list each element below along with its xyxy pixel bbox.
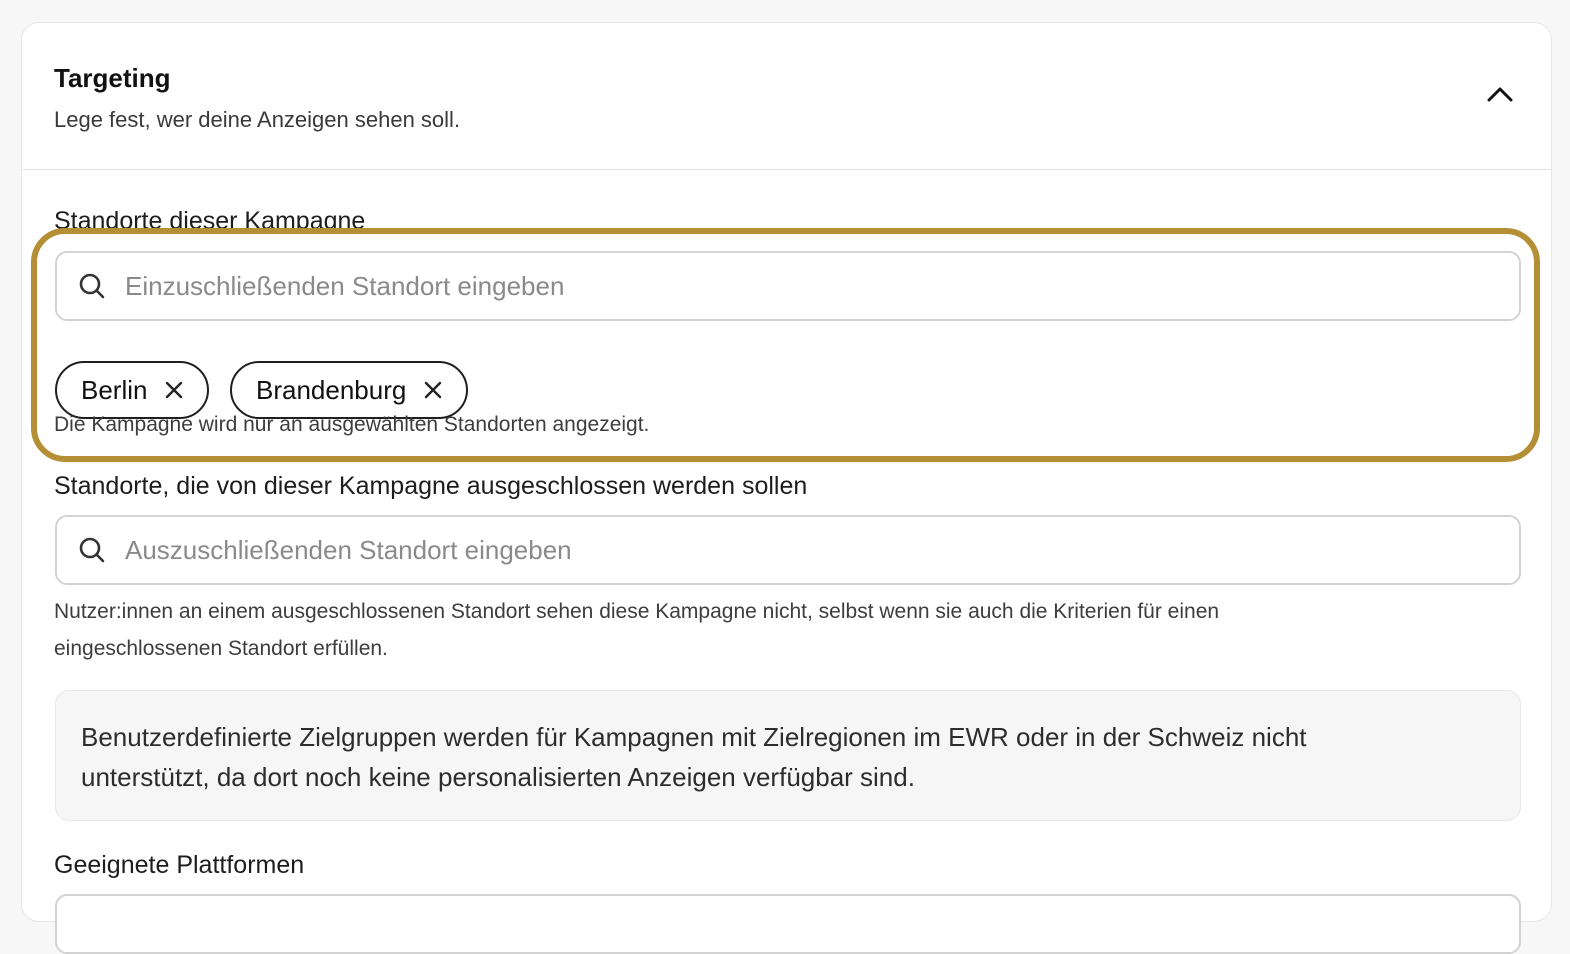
exclude-location-input[interactable] [123,516,1519,584]
close-icon[interactable] [163,379,185,401]
include-location-input[interactable] [123,252,1519,320]
platforms-field[interactable] [55,894,1521,954]
chip-label: Berlin [81,374,148,405]
chevron-up-icon [1487,87,1513,102]
exclude-location-search[interactable] [55,515,1521,585]
search-icon [77,535,107,565]
collapse-button[interactable] [1482,76,1518,112]
info-notice-line-1: Benutzerdefinierte Zielgruppen werden fü… [81,722,1307,752]
include-locations-label: Standorte dieser Kampagne [54,207,366,235]
platforms-label: Geeignete Plattformen [54,851,305,879]
include-locations-help: Die Kampagne wird nur an ausgewählten St… [54,413,650,436]
chip-label: Brandenburg [256,374,407,405]
section-subtitle: Lege fest, wer deine Anzeigen sehen soll… [54,107,461,132]
exclude-locations-label: Standorte, die von dieser Kampagne ausge… [54,472,808,500]
targeting-card: Targeting Lege fest, wer deine Anzeigen … [21,22,1552,954]
include-location-search[interactable] [55,251,1521,321]
targeting-header[interactable]: Targeting Lege fest, wer deine Anzeigen … [22,23,1551,170]
exclude-help-line-2: eingeschlossenen Standort erfüllen. [54,637,388,660]
close-icon[interactable] [422,379,444,401]
exclude-locations-help: Nutzer:innen an einem ausgeschlossenen S… [54,593,1219,667]
info-notice-line-2: unterstützt, da dort noch keine personal… [81,762,915,792]
section-title: Targeting [54,63,171,93]
exclude-help-line-1: Nutzer:innen an einem ausgeschlossenen S… [54,600,1220,623]
info-notice: Benutzerdefinierte Zielgruppen werden fü… [55,690,1521,821]
search-icon [77,271,107,301]
